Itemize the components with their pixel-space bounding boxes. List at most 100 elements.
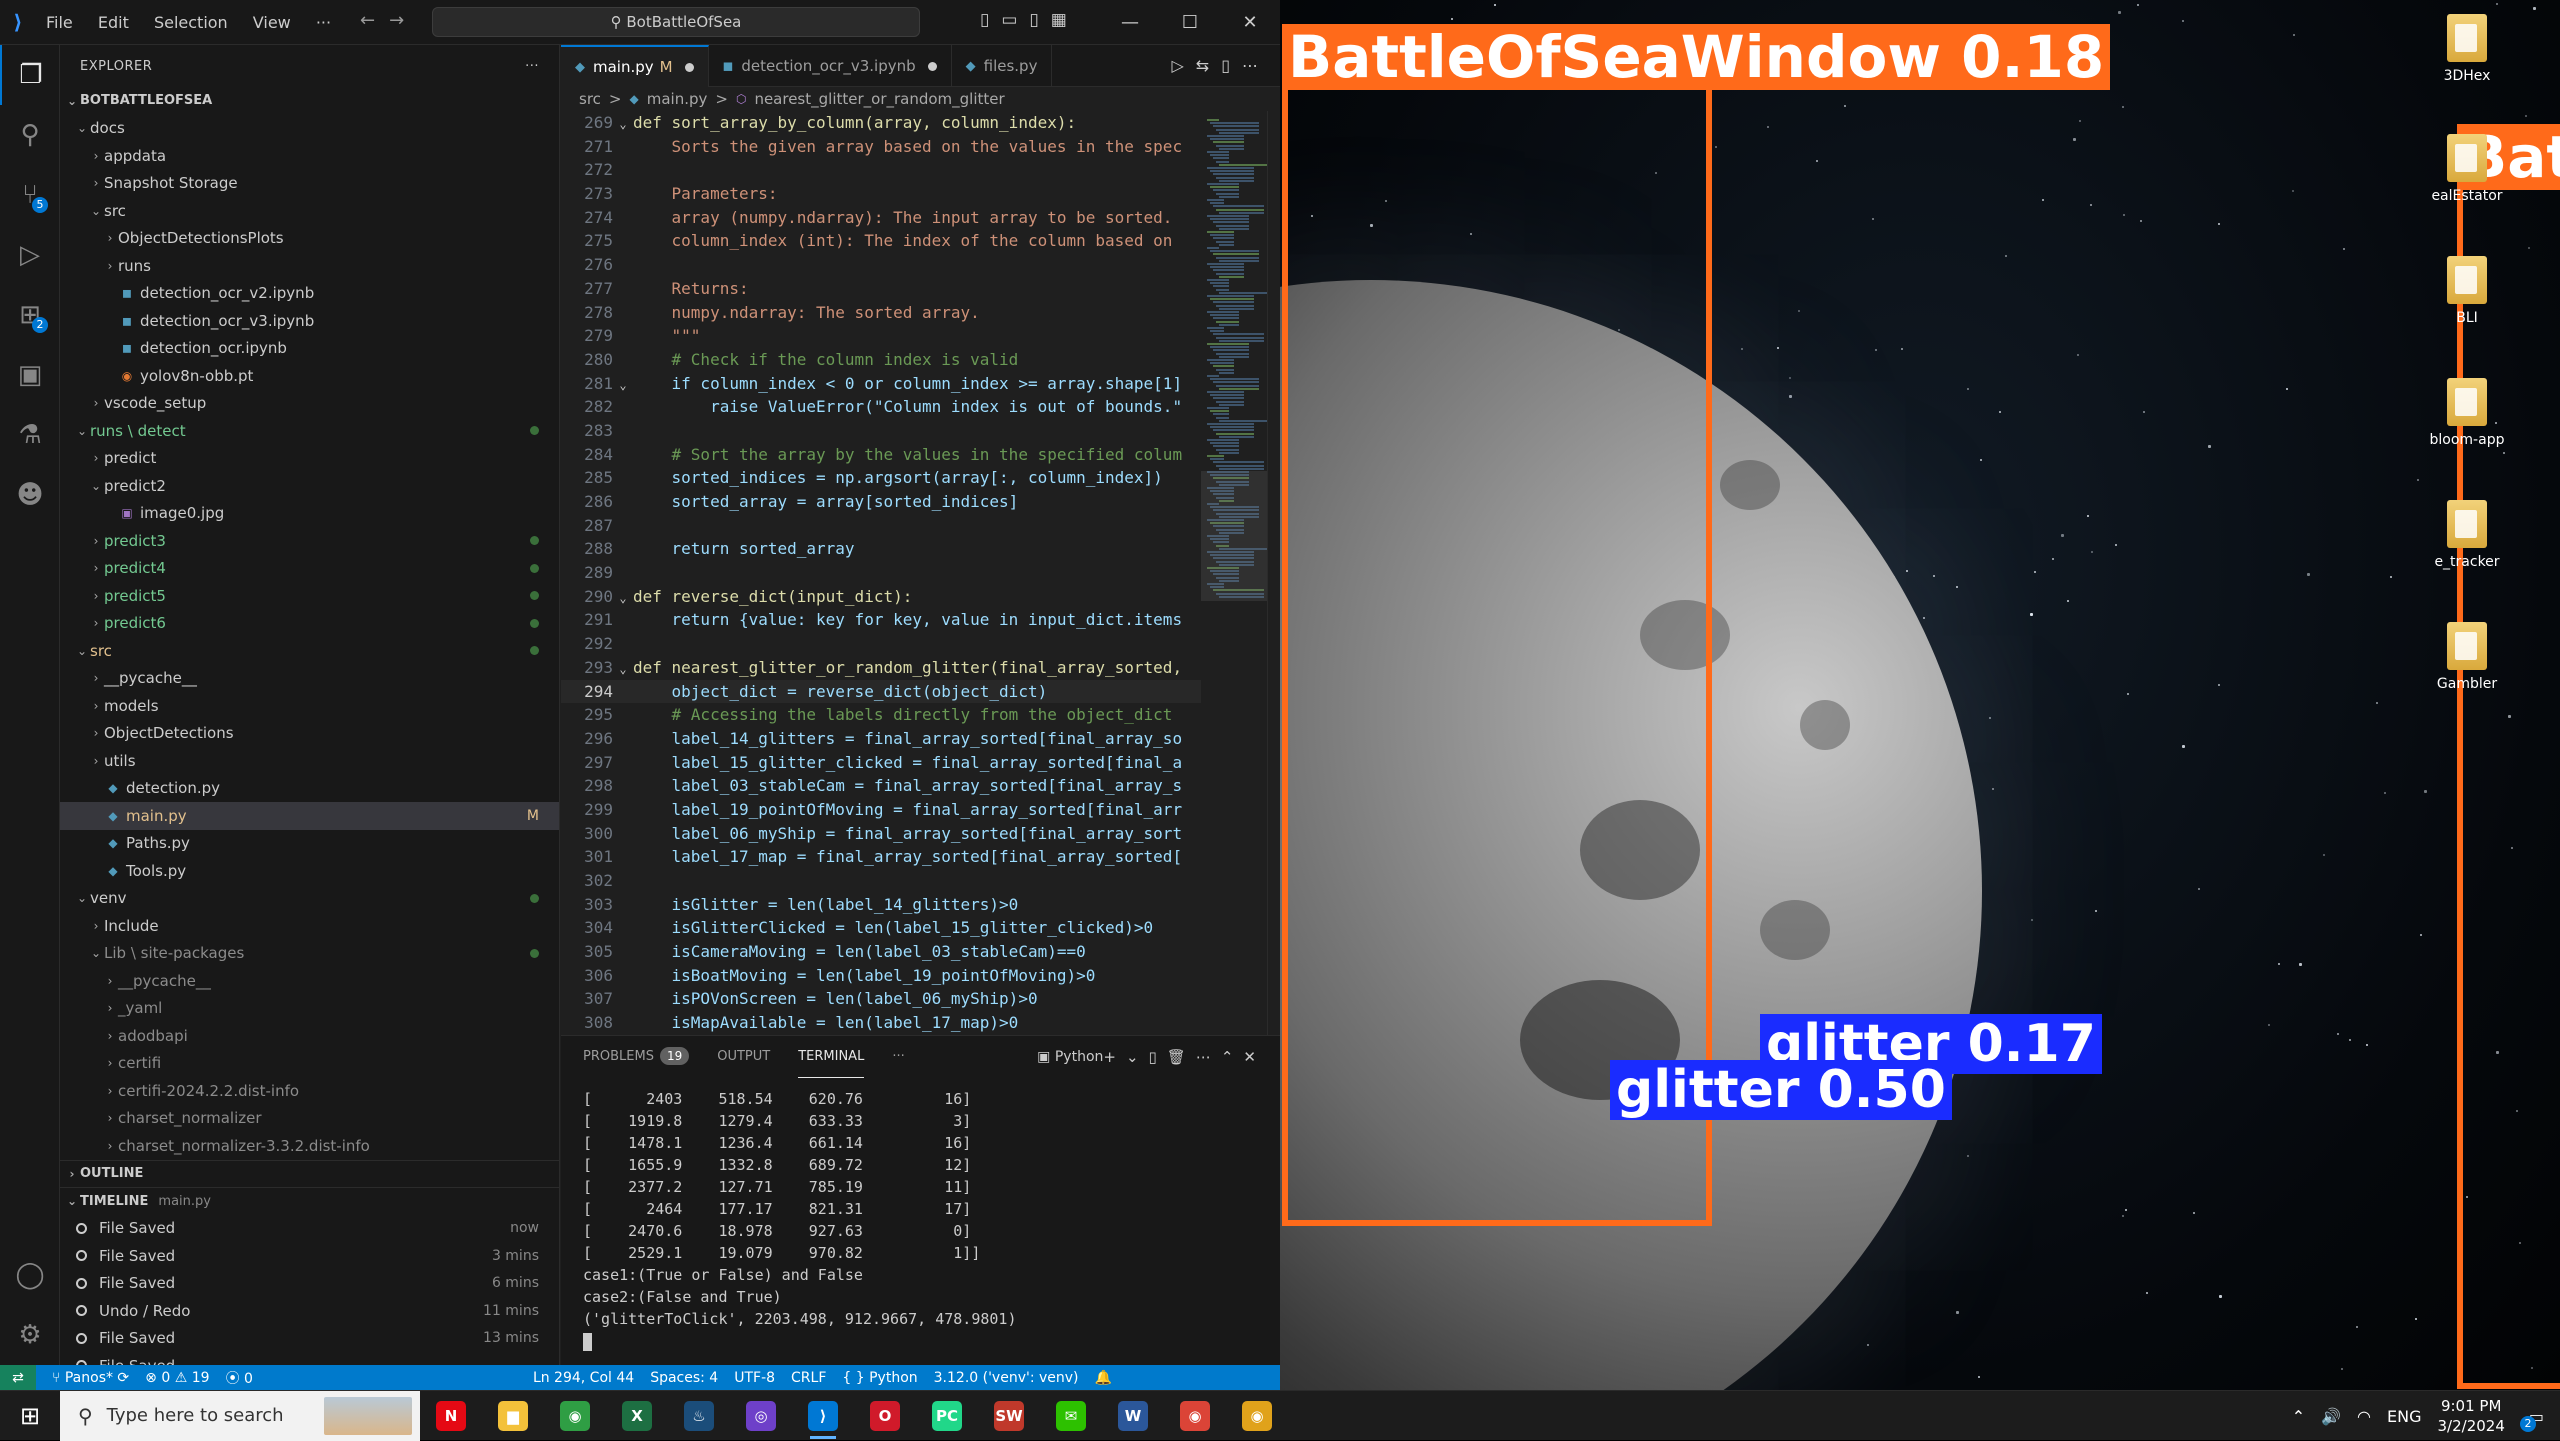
encoding[interactable]: UTF-8 (734, 1370, 775, 1386)
python-interpreter[interactable]: 3.12.0 ('venv': venv) (934, 1370, 1079, 1386)
toggle-sidebar-icon[interactable]: ▯ (980, 10, 1001, 30)
tree-item[interactable]: › Include (60, 912, 559, 940)
fold-icon[interactable]: ⌄ (613, 658, 633, 682)
tree-item[interactable]: ◉ yolov8n-obb.pt (60, 362, 559, 390)
editor-scrollbar[interactable] (1267, 111, 1280, 1035)
unsaved-dot-icon[interactable] (684, 62, 694, 72)
settings-gear-icon[interactable]: ⚙ (0, 1305, 60, 1365)
menu-view[interactable]: View (243, 13, 301, 32)
panel-tab-terminal[interactable]: TERMINAL (798, 1036, 865, 1078)
taskbar-app-chrome2[interactable]: ◉ (1164, 1391, 1226, 1441)
remote-indicator-icon[interactable]: ⇄ (0, 1365, 36, 1390)
split-editor-icon[interactable]: ▯ (1221, 56, 1242, 75)
tree-item[interactable]: › predict6 (60, 610, 559, 638)
panel-tab-output[interactable]: OUTPUT (717, 1036, 770, 1078)
language-mode[interactable]: { } Python (842, 1370, 917, 1386)
taskbar-app-chrome[interactable]: ◉ (544, 1391, 606, 1441)
outline-section[interactable]: › OUTLINE (60, 1159, 559, 1188)
language-indicator[interactable]: ENG (2387, 1407, 2421, 1426)
tree-item[interactable]: › ObjectDetectionsPlots (60, 225, 559, 253)
desktop-icon[interactable]: e_tracker (2407, 500, 2527, 570)
minimap-viewport[interactable] (1201, 471, 1267, 601)
back-arrow-icon[interactable]: ← (360, 10, 389, 31)
maximize-icon[interactable]: ☐ (1160, 0, 1220, 45)
tab-detection-ocr-v3-ipynb[interactable]: ◼ detection_ocr_v3.ipynb (709, 45, 952, 87)
timeline-item[interactable]: File Saved 13 mins (60, 1325, 559, 1353)
desktop-icon[interactable]: BLI (2407, 256, 2527, 326)
more-icon[interactable]: ⋯ (1196, 1048, 1221, 1066)
indentation[interactable]: Spaces: 4 (650, 1370, 718, 1386)
account-icon[interactable]: ◯ (0, 1245, 60, 1305)
toggle-secondary-sidebar-icon[interactable]: ▯ (1029, 10, 1050, 30)
tree-item[interactable]: ⌄ Lib \ site-packages (60, 940, 559, 968)
code-editor[interactable]: 269 ⌄ def sort_array_by_column(array, colu… (561, 111, 1201, 1035)
command-center-search[interactable]: ⚲ BotBattleOfSea (432, 7, 920, 37)
windows-start-icon[interactable]: ⊞ (0, 1391, 60, 1441)
tree-item[interactable]: ⌄ venv (60, 885, 559, 913)
tree-item[interactable]: › runs (60, 252, 559, 280)
kill-terminal-icon[interactable]: 🗑 (1167, 1048, 1196, 1066)
tree-item[interactable]: › predict4 (60, 555, 559, 583)
tree-item[interactable]: › charset_normalizer-3.3.2.dist-info (60, 1132, 559, 1160)
tree-item[interactable]: ◆ main.py M (60, 802, 559, 830)
notifications-bell-icon[interactable]: 🔔 (1095, 1370, 1112, 1386)
desktop-icon[interactable]: 3DHex (2407, 14, 2527, 84)
toggle-panel-icon[interactable]: ▭ (1001, 10, 1029, 30)
close-panel-icon[interactable]: ✕ (1243, 1048, 1266, 1066)
tree-item[interactable]: › predict3 (60, 527, 559, 555)
source-control-icon[interactable]: ⑂ 5 (0, 165, 60, 225)
customize-layout-icon[interactable]: ▦ (1051, 10, 1079, 30)
ports-indicator[interactable]: ⦿ 0 (226, 1368, 253, 1388)
tab-main-py[interactable]: ◆ main.py M (561, 45, 709, 87)
desktop-icon[interactable]: ealEstator (2407, 134, 2527, 204)
maximize-panel-icon[interactable]: ⌃ (1221, 1048, 1244, 1066)
explorer-icon[interactable]: ❐ (0, 45, 60, 105)
wifi-icon[interactable]: ◠ (2357, 1407, 2371, 1426)
tree-item[interactable]: › certifi-2024.2.2.dist-info (60, 1077, 559, 1105)
breadcrumb-file[interactable]: main.py (647, 90, 708, 108)
testing-icon[interactable]: ⚗ (0, 405, 60, 465)
branch-indicator[interactable]: ⑂ Panos* ⟳ (52, 1370, 129, 1386)
run-file-icon[interactable]: ▷ (1171, 56, 1195, 75)
menu-more[interactable]: ··· (306, 13, 341, 32)
taskbar-app-wechat[interactable]: ✉ (1040, 1391, 1102, 1441)
timeline-section[interactable]: ⌄ TIMELINE main.py (60, 1187, 559, 1215)
taskbar-app-chrome3[interactable]: ◉ (1226, 1391, 1288, 1441)
tree-item[interactable]: ◆ detection.py (60, 775, 559, 803)
tree-item[interactable]: › predict5 (60, 582, 559, 610)
menu-edit[interactable]: Edit (88, 13, 139, 32)
volume-icon[interactable]: 🔊 (2321, 1407, 2341, 1426)
menu-selection[interactable]: Selection (144, 13, 238, 32)
fold-icon[interactable]: ⌄ (613, 587, 633, 611)
unsaved-dot-icon[interactable] (927, 61, 937, 71)
tree-item[interactable]: ◆ Tools.py (60, 857, 559, 885)
taskbar-app-pycharm[interactable]: PC (916, 1391, 978, 1441)
taskbar-app-word[interactable]: W (1102, 1391, 1164, 1441)
taskbar-app-opera[interactable]: O (854, 1391, 916, 1441)
taskbar-app-seawar[interactable]: SW (978, 1391, 1040, 1441)
explorer-more-icon[interactable]: ··· (525, 59, 539, 74)
breadcrumb-symbol[interactable]: nearest_glitter_or_random_glitter (754, 90, 1004, 108)
tree-item[interactable]: › predict (60, 445, 559, 473)
remote-explorer-icon[interactable]: ▣ (0, 345, 60, 405)
timeline-item[interactable]: File Saved 6 mins (60, 1270, 559, 1298)
tree-item[interactable]: › vscode_setup (60, 390, 559, 418)
desktop-icon[interactable]: Gambler (2407, 622, 2527, 692)
tree-item[interactable]: › models (60, 692, 559, 720)
terminal-shell[interactable]: ▣ Python (1037, 1049, 1103, 1065)
timeline-item[interactable]: File Saved now (60, 1215, 559, 1243)
taskbar-app-vscode[interactable]: ⟩ (792, 1391, 854, 1441)
search-view-icon[interactable]: ⚲ (0, 105, 60, 165)
forward-arrow-icon[interactable]: → (389, 10, 418, 31)
line-ending[interactable]: CRLF (791, 1370, 826, 1386)
fold-icon[interactable]: ⌄ (613, 113, 633, 137)
taskbar-app-excel[interactable]: X (606, 1391, 668, 1441)
taskbar-app-github[interactable]: ◎ (730, 1391, 792, 1441)
tree-item[interactable]: ⌄ predict2 (60, 472, 559, 500)
panel-tab-[interactable]: ··· (892, 1036, 904, 1078)
clock[interactable]: 9:01 PM 3/2/2024 (2438, 1396, 2505, 1436)
notification-center-icon[interactable]: ▭ 2 (2520, 1407, 2544, 1432)
menu-file[interactable]: File (36, 13, 83, 32)
new-terminal-icon[interactable]: +⌄ (1103, 1048, 1148, 1066)
tree-item[interactable]: › charset_normalizer (60, 1105, 559, 1133)
